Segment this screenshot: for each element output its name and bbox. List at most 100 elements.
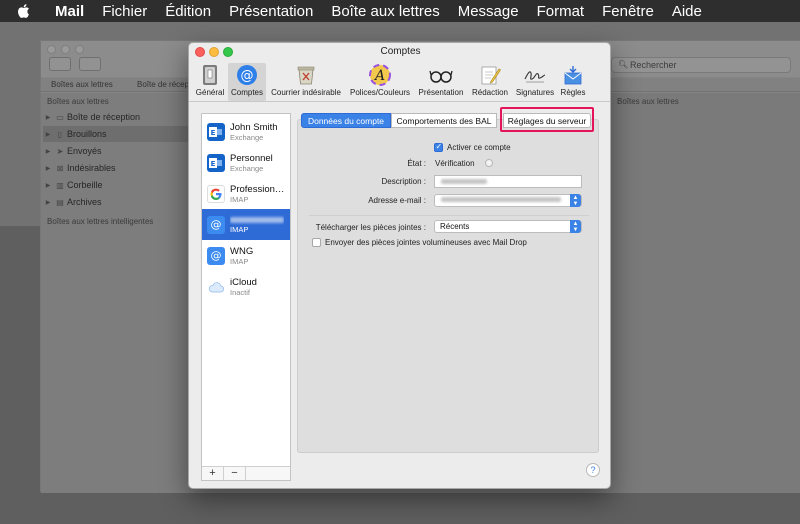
tab-rules[interactable]: Règles [558,63,588,101]
mail-search-field[interactable]: 🔍︎ Rechercher [611,57,791,73]
account-text: Personnel Exchange [230,153,273,173]
at-icon: @ [207,246,225,265]
exchange-icon: E [207,122,225,141]
account-item-selected[interactable]: @ IMAP [202,209,290,240]
get-mail-button[interactable] [49,57,71,71]
inbox-icon: ▭ [56,112,64,122]
mail-sidebar: Boîtes aux lettres ▶ ▭ Boîte de réceptio… [41,93,189,493]
email-address-popup[interactable]: ▲ ▼ [434,194,582,207]
download-attachments-popup[interactable]: Récents ▲ ▼ [434,220,582,233]
account-item-personnel[interactable]: E Personnel Exchange [202,147,290,178]
account-text: IMAP [230,215,284,234]
tab-viewing[interactable]: Présentation [416,63,466,101]
account-item-professionnel[interactable]: Profession… IMAP [202,178,290,209]
description-label: Description : [381,177,426,186]
tab-composing[interactable]: Rédaction [470,63,510,101]
account-name: Profession… [230,183,285,195]
sidebar-item-label: Indésirables [67,163,116,173]
fav-mailboxes[interactable]: Boîtes aux lettres [51,80,113,89]
fav-inbox[interactable]: Boîte de récep [137,80,189,89]
disclosure-triangle-icon[interactable]: ▶ [43,148,53,155]
tab-fonts-colors[interactable]: A Polices/Couleurs [348,63,412,101]
tab-label: Signatures [515,88,555,97]
junk-mail-icon [293,63,319,87]
svg-text:E: E [211,129,216,137]
menu-aide[interactable]: Aide [663,3,711,20]
help-button[interactable]: ? [586,463,600,477]
server-settings-highlight [500,107,594,132]
tab-junk-mail[interactable]: Courrier indésirable [268,63,344,101]
glasses-icon [428,63,454,87]
account-item-wng[interactable]: @ WNG IMAP [202,240,290,271]
sidebar-item-label: Envoyés [67,146,102,156]
sidebar-item-inbox[interactable]: ▶ ▭ Boîte de réception [43,109,189,125]
menu-bar: Mail Fichier Édition Présentation Boîte … [0,0,800,22]
compose-button[interactable] [79,57,101,71]
sidebar-item-label: Boîte de réception [67,112,141,122]
tab-mailbox-behaviors[interactable]: Comportements des BAL [391,113,497,128]
account-item-john-smith[interactable]: E John Smith Exchange [202,116,290,147]
account-text: Profession… IMAP [230,184,284,204]
description-redacted [441,179,487,184]
tab-accounts[interactable]: @ Comptes [228,63,266,101]
mail-minimize-button[interactable] [61,45,70,54]
menu-fichier[interactable]: Fichier [93,3,156,20]
exchange-icon: E [207,153,225,172]
account-item-icloud[interactable]: iCloud Inactif [202,271,290,302]
tab-label: Règles [560,88,586,97]
enable-account-label: Activer ce compte [447,143,511,152]
download-attachments-value: Récents [440,222,470,231]
tab-label: Rédaction [471,88,509,97]
popup-arrows-icon: ▲ ▼ [570,194,581,207]
disclosure-triangle-icon[interactable]: ▶ [43,114,53,121]
tab-label: Polices/Couleurs [349,88,411,97]
google-icon [207,184,225,203]
sidebar-item-drafts[interactable]: ▶ ▯ Brouillons [43,126,189,142]
menu-fenetre[interactable]: Fenêtre [593,3,663,20]
fonts-icon: A [367,63,393,87]
mail-drop-checkbox[interactable] [312,238,321,247]
email-value-area [435,194,571,207]
apple-menu-icon[interactable] [0,3,46,19]
account-type: Exchange [230,163,264,173]
sidebar-item-label: Brouillons [67,129,107,139]
menu-app-mail[interactable]: Mail [46,3,93,20]
rules-icon [560,63,586,87]
sidebar-item-sent[interactable]: ▶ ➤ Envoyés [43,143,189,159]
menu-format[interactable]: Format [528,3,594,20]
disclosure-triangle-icon[interactable]: ▶ [43,199,53,206]
tab-label: Général [195,88,225,97]
disclosure-triangle-icon[interactable]: ▶ [43,165,53,172]
account-settings-panel [297,119,599,453]
sidebar-item-trash[interactable]: ▶ ▥ Corbeille [43,177,189,193]
form-divider [309,215,589,216]
menu-message[interactable]: Message [449,3,528,20]
tab-account-info[interactable]: Données du compte [301,113,391,128]
enable-account-checkbox[interactable] [434,142,443,152]
disclosure-triangle-icon[interactable]: ▶ [43,131,53,138]
account-name: Personnel [230,152,273,164]
mail-zoom-button[interactable] [75,45,84,54]
sidebar-item-archive[interactable]: ▶ ▤ Archives [43,194,189,210]
account-type: IMAP [230,256,249,266]
tab-signatures[interactable]: Signatures [514,63,556,101]
email-redacted [441,197,561,202]
preferences-toolbar: Général @ Comptes Courrier indésirable A… [189,61,610,101]
status-label: État : [407,159,426,168]
mail-drop-label: Envoyer des pièces jointes volumineuses … [325,238,527,247]
junk-icon: ⊠ [56,163,64,173]
email-label: Adresse e-mail : [368,196,426,205]
add-account-button[interactable]: + [202,467,224,480]
disclosure-triangle-icon[interactable]: ▶ [43,182,53,189]
account-name-redacted [230,217,284,223]
remove-account-button[interactable]: − [224,467,246,480]
mail-close-button[interactable] [47,45,56,54]
popup-arrows-icon: ▲ ▼ [570,220,581,233]
description-field[interactable] [434,175,582,188]
sidebar-item-junk[interactable]: ▶ ⊠ Indésirables [43,160,189,176]
menu-edition[interactable]: Édition [156,3,220,20]
accounts-list: E John Smith Exchange E Personnel Exchan… [201,113,291,481]
menu-presentation[interactable]: Présentation [220,3,322,20]
tab-general[interactable]: Général [193,63,227,101]
menu-boite-aux-lettres[interactable]: Boîte aux lettres [322,3,448,20]
